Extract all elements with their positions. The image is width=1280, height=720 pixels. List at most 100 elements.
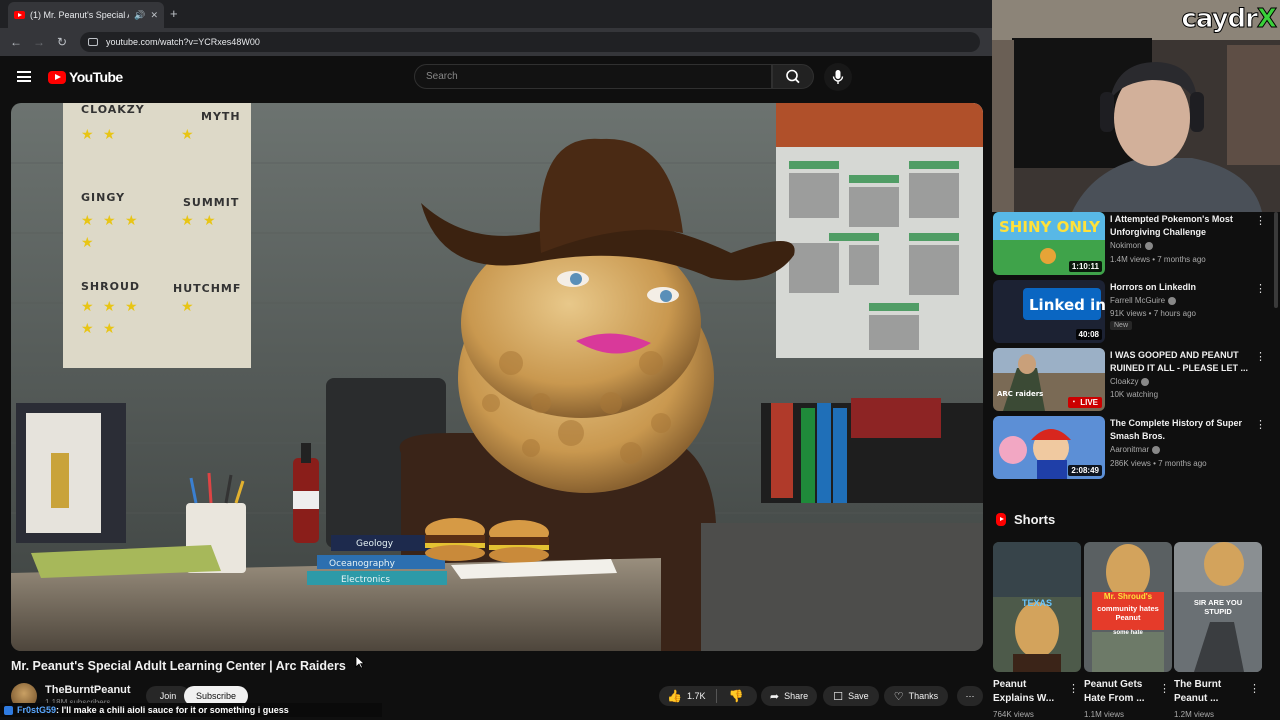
back-icon[interactable]: ← — [10, 35, 22, 49]
poster-star-icon: ★ — [81, 126, 94, 142]
short-item[interactable]: SIR ARE YOU STUPID The Burnt Peanut ... … — [1174, 542, 1262, 720]
voice-search-button[interactable] — [824, 63, 852, 91]
mouse-cursor-icon — [355, 655, 365, 669]
more-actions-button[interactable]: ⋯ — [957, 686, 983, 706]
poster-name-3: GINGY — [81, 191, 125, 204]
chat-badge-icon — [4, 705, 13, 715]
more-vertical-icon[interactable]: ⋮ — [1255, 418, 1266, 431]
short-overlay-text: SIR ARE YOU STUPID — [1193, 598, 1243, 616]
sidebar-scrollbar[interactable] — [1274, 212, 1278, 308]
short-title[interactable]: Peanut Explains W... — [993, 678, 1067, 706]
youtube-logo[interactable]: YouTube — [48, 69, 123, 85]
channel-label: Aaronitmar — [1110, 445, 1150, 454]
short-views: 1.1M views — [1084, 710, 1125, 719]
video-thumbnail[interactable]: SHINY ONLY 1:10:11 — [993, 212, 1105, 275]
more-vertical-icon[interactable]: ⋮ — [1255, 282, 1266, 295]
more-vertical-icon[interactable]: ⋮ — [1068, 682, 1079, 695]
url-field[interactable]: youtube.com/watch?v=YCRxes48W00 — [80, 32, 980, 52]
short-title[interactable]: The Burnt Peanut ... — [1174, 678, 1248, 706]
subscribe-label: Subscribe — [195, 691, 237, 701]
thanks-button[interactable]: ♡ Thanks — [884, 686, 948, 706]
recommendation-title[interactable]: I WAS GOOPED AND PEANUT RUINED IT ALL - … — [1110, 349, 1252, 375]
book-label-2: Oceanography — [329, 559, 396, 569]
like-divider — [716, 689, 718, 703]
book-label-3: Electronics — [341, 575, 390, 585]
short-thumbnail[interactable]: TEXAS — [993, 542, 1081, 672]
browser-tab-bar: (1) Mr. Peanut's Special Adu 🔊 ✕ + — [0, 0, 992, 28]
video-thumbnail[interactable]: Linked in 40:08 — [993, 280, 1105, 343]
search-placeholder: Search — [426, 71, 458, 82]
duration-badge: 2:08:49 — [1068, 465, 1102, 476]
video-frame: CLOAKZY MYTH GINGY SUMMIT SHROUD HUTCHMF… — [11, 103, 983, 651]
video-player[interactable]: CLOAKZY MYTH GINGY SUMMIT SHROUD HUTCHMF… — [11, 103, 983, 651]
recommendation-item[interactable]: 2:08:49 The Complete History of Super Sm… — [993, 416, 1273, 480]
short-thumbnail[interactable]: Mr. Shroud's community hates Peanut some… — [1084, 542, 1172, 672]
recommendation-channel[interactable]: Farrell McGuire — [1110, 294, 1177, 307]
recommendation-channel[interactable]: Cloakzy — [1110, 375, 1150, 388]
short-overlay-text: community hates Peanut — [1097, 604, 1159, 622]
new-badge: New — [1110, 321, 1133, 330]
more-vertical-icon[interactable]: ⋮ — [1255, 350, 1266, 363]
save-button[interactable]: ☐ Save — [823, 686, 879, 706]
channel-name[interactable]: TheBurntPeanut — [45, 684, 131, 696]
short-item[interactable]: TEXAS Peanut Explains W... 764K views ⋮ — [993, 542, 1081, 720]
short-item[interactable]: Mr. Shroud's community hates Peanut some… — [1084, 542, 1172, 720]
thumb-text: ARC raiders — [997, 390, 1043, 398]
reload-icon[interactable]: ↻ — [57, 35, 67, 49]
video-thumbnail[interactable]: ARC raiders ⠂ LIVE — [993, 348, 1105, 411]
short-views: 764K views — [993, 710, 1034, 719]
speaker-icon[interactable]: 🔊 — [134, 10, 145, 21]
recommendation-item[interactable]: ARC raiders ⠂ LIVE I WAS GOOPED AND PEAN… — [993, 348, 1273, 412]
recommendation-title[interactable]: The Complete History of Super Smash Bros… — [1110, 417, 1252, 443]
site-info-icon[interactable] — [88, 38, 98, 46]
book-label-1: Geology — [356, 539, 394, 549]
browser-tab[interactable]: (1) Mr. Peanut's Special Adu 🔊 ✕ — [8, 2, 164, 28]
more-vertical-icon[interactable]: ⋮ — [1249, 682, 1260, 695]
new-tab-button[interactable]: + — [170, 6, 178, 21]
recommendation-channel[interactable]: Nokimon — [1110, 239, 1153, 252]
short-overlay-top: Mr. Shroud's — [1103, 592, 1153, 601]
search-input[interactable]: Search — [414, 64, 772, 89]
forward-icon[interactable]: → — [33, 35, 45, 49]
verified-icon — [1152, 445, 1161, 454]
video-thumbnail[interactable]: 2:08:49 — [993, 416, 1105, 479]
close-tab-icon[interactable]: ✕ — [150, 10, 158, 21]
more-vertical-icon[interactable]: ⋮ — [1159, 682, 1170, 695]
brand-text: caydr — [1181, 4, 1259, 35]
recommendation-title[interactable]: I Attempted Pokemon's Most Unforgiving C… — [1110, 213, 1252, 239]
channel-label: Nokimon — [1110, 241, 1142, 250]
menu-icon[interactable] — [17, 71, 31, 82]
youtube-favicon-icon — [14, 11, 25, 19]
recommendation-channel[interactable]: Aaronitmar — [1110, 443, 1161, 456]
poster-name-6: HUTCHMF — [173, 282, 241, 295]
thumbs-down-icon: 👎 — [728, 689, 744, 703]
poster-star-icon: ★ — [181, 212, 194, 228]
poster-name-5: SHROUD — [81, 280, 140, 293]
youtube-header: YouTube Search — [0, 56, 992, 98]
recommendation-title[interactable]: Horrors on LinkedIn — [1110, 281, 1252, 294]
more-vertical-icon[interactable]: ⋮ — [1255, 214, 1266, 227]
duration-badge: 40:08 — [1075, 329, 1102, 340]
share-button[interactable]: ➦ Share — [761, 686, 817, 706]
dislike-button[interactable]: 👎 — [728, 689, 743, 703]
short-title[interactable]: Peanut Gets Hate From ... — [1084, 678, 1158, 706]
save-label: Save — [848, 691, 869, 701]
duration-badge: 1:10:11 — [1068, 261, 1102, 272]
poster-star-icon: ★ — [203, 212, 216, 228]
shorts-heading: Shorts — [1014, 512, 1056, 527]
poster-star-icon: ★ — [103, 212, 116, 228]
browser-address-bar: ← → ↻ youtube.com/watch?v=YCRxes48W00 — [0, 28, 992, 56]
short-thumbnail[interactable]: SIR ARE YOU STUPID — [1174, 542, 1262, 672]
shorts-header: Shorts — [996, 512, 1055, 527]
poster-star-icon: ★ — [81, 234, 94, 250]
chat-username: Fr0stG59 — [17, 705, 57, 715]
like-button[interactable]: 👍 1.7K — [667, 689, 705, 703]
microphone-icon — [832, 70, 844, 84]
recommendation-item[interactable]: SHINY ONLY 1:10:11 I Attempted Pokemon's… — [993, 212, 1273, 276]
verified-icon — [1141, 377, 1150, 386]
channel-label: Cloakzy — [1110, 377, 1139, 386]
recommendation-item[interactable]: Linked in 40:08 Horrors on LinkedIn Farr… — [993, 280, 1273, 344]
thumbs-up-icon: 👍 — [667, 689, 682, 703]
recommendation-stats: 91K views • 7 hours ago — [1110, 309, 1196, 318]
search-button[interactable] — [772, 64, 814, 89]
